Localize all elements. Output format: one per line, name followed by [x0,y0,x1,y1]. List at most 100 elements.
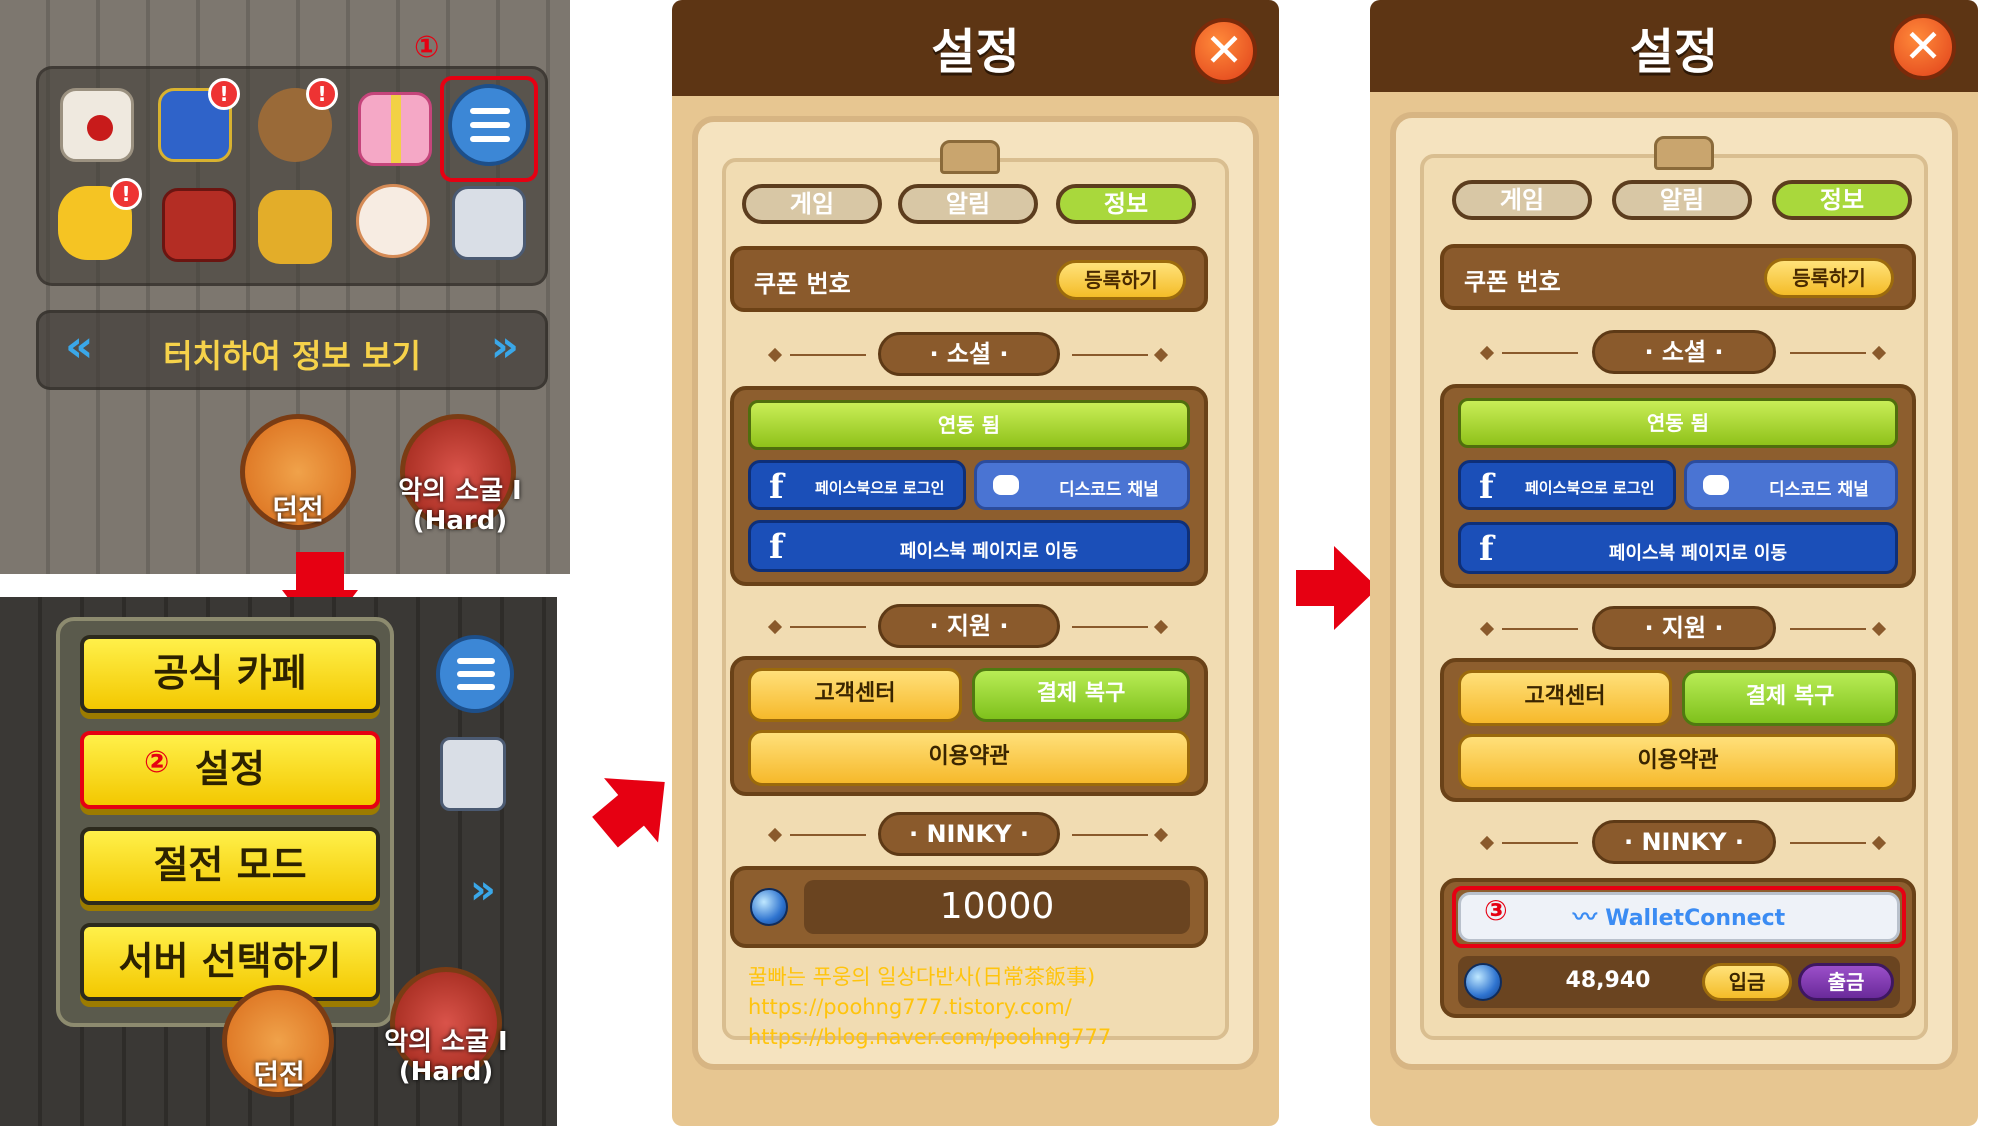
crown-ornament-icon [940,140,1000,174]
support-box: 고객센터 결제 복구 이용약관 [730,656,1208,796]
coupon-label: 쿠폰 번호 [754,270,851,298]
watermark-line-2: https://poohng777.tistory.com/ [748,995,1072,1019]
section-ninky: · NINKY · [1592,820,1776,864]
register-button[interactable]: 등록하기 [1056,260,1186,300]
cave-label-1: 악의 소굴 I [384,1027,508,1057]
dialog-title: 설정 [931,24,1020,80]
close-icon[interactable]: ✕ [1191,18,1257,84]
discord-button[interactable]: 디스코드 채널 [974,460,1190,510]
ninky-box: 10000 [730,866,1208,948]
facebook-login-button[interactable]: f 페이스북으로 로그인 [1458,460,1676,510]
coupon-label: 쿠폰 번호 [1464,268,1561,296]
ninky-balance: 48,940 [1565,968,1651,993]
ninky-gem-icon [1464,963,1502,1001]
alert-badge-icon: ! [306,78,338,110]
divider-line [790,626,866,628]
alert-badge-icon: ! [110,178,142,210]
coupon-row: 쿠폰 번호 등록하기 [730,246,1208,312]
cave-label-2: (Hard) [412,506,508,536]
ninky-balance: 10000 [804,880,1190,934]
scroll-icon[interactable] [440,737,506,811]
facebook-page-button[interactable]: f 페이스북 페이지로 이동 [1458,522,1898,574]
step-marker-2: ② [144,745,170,780]
tab-info[interactable]: 정보 [1772,180,1912,220]
section-ninky: · NINKY · [878,812,1060,856]
tab-game[interactable]: 게임 [1452,180,1592,220]
terms-button[interactable]: 이용약관 [1458,734,1898,790]
facebook-icon: f [769,467,784,507]
close-icon[interactable]: ✕ [1890,14,1956,80]
arrow-right-stem [1296,570,1336,606]
divider-line [1502,842,1578,844]
cat-pet-icon[interactable] [356,184,430,258]
divider-line [1790,352,1866,354]
chevron-right-icon[interactable]: » [491,321,519,372]
divider-line [1790,842,1866,844]
step-marker-1: ① [414,30,440,65]
guild-banner-icon[interactable] [162,188,236,262]
dialog-body: 게임 알림 정보 쿠폰 번호 등록하기 · 소셜 · 연동 됨 f 페이스북으로… [1370,92,1978,1126]
power-save-button[interactable]: 절전 모드 [80,827,380,905]
dialog-title: 설정 [1629,24,1719,80]
register-button[interactable]: 등록하기 [1764,258,1894,298]
facebook-page-button[interactable]: f 페이스북 페이지로 이동 [748,520,1190,572]
tab-info[interactable]: 정보 [1056,184,1196,224]
mail-icon[interactable] [60,88,134,162]
tab-notifications[interactable]: 알림 [1612,180,1752,220]
divider-line [1790,628,1866,630]
walletconnect-button[interactable]: 〰 WalletConnect [1458,892,1900,942]
settings-button[interactable]: 설정 [80,731,380,809]
dialog-header: 설정 ✕ [1370,0,1978,92]
scroll-icon[interactable] [452,186,526,260]
linked-status: 연동 됨 [748,400,1190,450]
walletconnect-icon: 〰 [1572,903,1606,931]
popup-menu-screenshot: 공식 카페 설정 절전 모드 서버 선택하기 ② » 던전 악의 소굴 I (H… [0,597,557,1126]
linked-status: 연동 됨 [1458,398,1898,448]
coupon-row: 쿠폰 번호 등록하기 [1440,244,1916,310]
watermark-line-1: 꿀빠는 푸웅의 일상다반사(日常茶飯事) [748,965,1096,989]
step-marker-3: ③ [1484,894,1508,927]
divider-line [1502,628,1578,630]
dialog-body: 게임 알림 정보 쿠폰 번호 등록하기 · 소셜 · 연동 됨 f 페이스북으로… [672,96,1279,1126]
discord-label: 디스코드 채널 [1059,480,1159,500]
chevron-right-icon[interactable]: » [470,867,496,913]
info-bar[interactable]: « 터치하여 정보 보기 » [36,310,548,390]
terms-button[interactable]: 이용약관 [748,730,1190,786]
divider-line [1072,354,1148,356]
dungeon-label: 던전 [253,1058,305,1091]
facebook-login-button[interactable]: f 페이스북으로 로그인 [748,460,966,510]
menu-list-icon[interactable] [448,84,530,166]
tab-game[interactable]: 게임 [742,184,882,224]
customer-center-button[interactable]: 고객센터 [748,668,962,722]
arrow-down-stem [296,552,344,594]
trophy-icon[interactable] [258,190,332,264]
official-cafe-button[interactable]: 공식 카페 [80,635,380,713]
facebook-login-label: 페이스북으로 로그인 [1525,479,1655,497]
ninky-box: 〰 WalletConnect ③ 48,940 입금 출금 [1440,878,1916,1018]
ninky-gem-icon [750,888,788,926]
alert-badge-icon: ! [208,78,240,110]
deposit-button[interactable]: 입금 [1702,963,1792,1001]
section-support: · 지원 · [878,604,1060,648]
withdraw-button[interactable]: 출금 [1798,963,1894,1001]
gift-icon[interactable] [358,92,432,166]
facebook-icon: f [1479,467,1494,507]
social-box: 연동 됨 f 페이스북으로 로그인 디스코드 채널 f 페이스북 페이지로 이동 [730,386,1208,586]
customer-center-button[interactable]: 고객센터 [1458,670,1672,726]
info-bar-text: 터치하여 정보 보기 [163,337,421,375]
server-select-button[interactable]: 서버 선택하기 [80,923,380,1001]
facebook-page-label: 페이스북 페이지로 이동 [899,541,1079,562]
cave-label-2: (Hard) [398,1057,494,1087]
watermark-line-3: https://blog.naver.com/poohng777 [748,1025,1112,1049]
payment-restore-button[interactable]: 결제 복구 [1682,670,1898,726]
discord-label: 디스코드 채널 [1769,480,1869,500]
menu-list-icon[interactable] [436,635,514,713]
dialog-header: 설정 ✕ [672,0,1279,96]
dungeon-label: 던전 [272,493,324,526]
divider-line [1072,834,1148,836]
crown-ornament-icon [1654,136,1714,170]
payment-restore-button[interactable]: 결제 복구 [972,668,1190,722]
settings-dialog-before: 설정 ✕ 게임 알림 정보 쿠폰 번호 등록하기 · 소셜 · 연동 됨 f 페… [672,0,1279,1126]
tab-notifications[interactable]: 알림 [898,184,1038,224]
discord-button[interactable]: 디스코드 채널 [1684,460,1898,510]
